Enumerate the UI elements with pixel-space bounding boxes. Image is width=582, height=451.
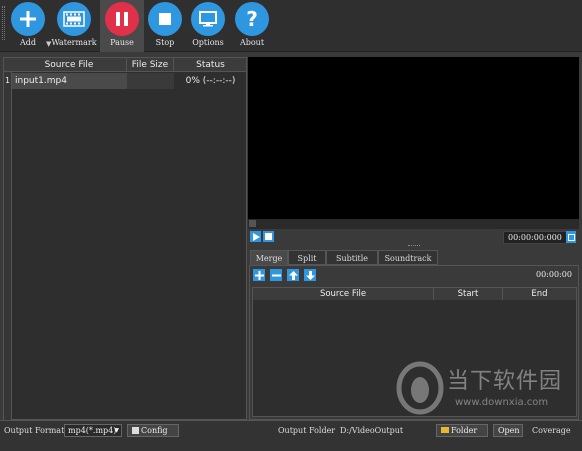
row-status: 0% (--:--:--) <box>185 76 236 86</box>
chevron-down-icon: ▼ <box>114 427 119 434</box>
arrow-down-icon <box>305 270 315 280</box>
folder-label: Folder <box>451 426 478 435</box>
config-label: Config <box>141 426 168 435</box>
row-index: 1 <box>5 76 11 85</box>
output-folder-path[interactable]: D:/VideoOutput <box>340 425 403 437</box>
tab-merge[interactable]: Merge <box>250 250 288 265</box>
watermark-button[interactable]: Watermark <box>51 0 97 52</box>
folder-icon <box>441 427 449 433</box>
site-watermark: 当下软件园 www.downxia.com <box>395 355 582 425</box>
column-header-file-size[interactable]: File Size <box>127 58 174 72</box>
snapshot-button[interactable] <box>566 231 576 243</box>
file-table-header: Source File File Size Status <box>4 58 246 72</box>
row-number-gutter <box>4 72 12 421</box>
output-format-label: Output Format <box>4 426 65 435</box>
merge-move-down-button[interactable] <box>304 269 316 281</box>
row-source-file: input1.mp4 <box>12 73 127 89</box>
merge-header-end[interactable]: End <box>503 288 576 300</box>
tab-split[interactable]: Split <box>288 250 326 265</box>
table-row[interactable]: 1 input1.mp4 0% (--:--:--) <box>4 73 246 89</box>
about-button[interactable]: ? About <box>230 0 274 52</box>
column-header-status[interactable]: Status <box>174 58 247 72</box>
row-file-size <box>127 73 174 89</box>
arrow-up-icon <box>288 270 298 280</box>
add-button[interactable]: Add ▼ <box>6 0 51 52</box>
play-button[interactable] <box>250 231 261 242</box>
pause-icon <box>105 2 139 36</box>
toolbar-grip[interactable] <box>2 6 5 40</box>
config-checkbox[interactable]: Config <box>127 424 179 437</box>
snapshot-icon <box>567 233 575 241</box>
tab-subtitle[interactable]: Subtitle <box>326 250 378 265</box>
merge-header-source-file[interactable]: Source File <box>253 288 434 300</box>
checkbox-icon <box>132 427 139 434</box>
merge-header-start[interactable]: Start <box>434 288 503 300</box>
play-icon <box>252 232 260 241</box>
seek-bar[interactable] <box>248 219 579 229</box>
output-format-value: mp4(*.mp4) <box>68 426 117 435</box>
tab-soundtrack[interactable]: Soundtrack <box>378 250 438 265</box>
merge-move-up-button[interactable] <box>287 269 299 281</box>
column-header-source-file[interactable]: Source File <box>12 58 127 72</box>
coverage-label: Coverage <box>532 426 571 435</box>
question-icon: ? <box>235 2 269 36</box>
plus-icon <box>11 2 45 36</box>
minus-icon <box>271 274 281 276</box>
about-label: About <box>239 38 265 47</box>
stop-playback-button[interactable] <box>263 231 274 242</box>
monitor-icon <box>191 2 225 36</box>
open-button[interactable]: Open <box>493 424 523 437</box>
output-format-select[interactable]: mp4(*.mp4) ▼ <box>64 424 122 437</box>
site-name: 当下软件园 <box>447 369 563 394</box>
stop-icon <box>148 2 182 36</box>
film-icon <box>57 2 91 36</box>
playback-time: 00:00:00:000 <box>503 231 567 244</box>
seek-handle[interactable] <box>249 220 256 227</box>
merge-add-button[interactable] <box>253 269 265 281</box>
merge-duration: 00:00:00 <box>536 270 572 279</box>
folder-button[interactable]: Folder <box>436 424 488 437</box>
toolbar: Add ▼ Watermark Pause Stop Options ? Abo… <box>0 0 582 52</box>
site-url: www.downxia.com <box>455 397 549 408</box>
plus-icon <box>254 270 264 280</box>
coverage-checkbox[interactable]: Coverage <box>532 425 571 437</box>
site-logo-icon <box>396 361 444 415</box>
merge-remove-button[interactable] <box>270 269 282 281</box>
output-folder-label: Output Folder <box>278 426 336 435</box>
splitter-handle[interactable] <box>408 245 420 247</box>
stop-square-icon <box>265 233 272 240</box>
video-preview <box>248 57 579 219</box>
file-table[interactable]: Source File File Size Status 1 input1.mp… <box>3 57 247 421</box>
